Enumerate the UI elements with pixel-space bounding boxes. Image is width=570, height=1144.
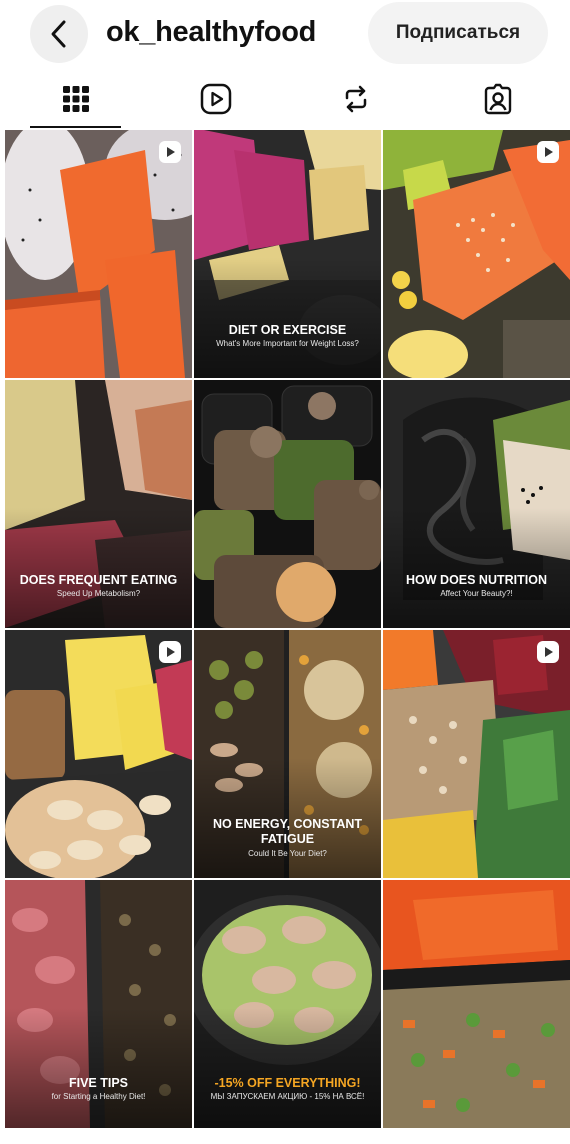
post-thumbnail xyxy=(5,630,192,878)
post-thumbnail xyxy=(383,130,570,378)
reel-icon xyxy=(537,641,559,663)
active-tab-indicator xyxy=(30,126,121,128)
post-thumbnail xyxy=(383,880,570,1128)
back-button[interactable] xyxy=(30,5,88,63)
post-thumbnail xyxy=(194,380,381,628)
post-title: -15% OFF EVERYTHING! xyxy=(214,1076,361,1090)
post-title: NO ENERGY, CONSTANT FATIGUE xyxy=(212,817,363,846)
post-subtitle: What's More Important for Weight Loss? xyxy=(216,339,359,348)
post-title: DIET OR EXERCISE xyxy=(228,323,347,337)
profile-header: ok_healthyfood Подписаться xyxy=(0,0,570,66)
post-tile[interactable] xyxy=(383,130,570,378)
grid-icon xyxy=(63,86,89,112)
tab-reels[interactable] xyxy=(171,70,261,128)
tab-reposts[interactable] xyxy=(311,70,401,128)
post-tile[interactable]: DOES FREQUENT EATING Speed Up Metabolism… xyxy=(5,380,192,628)
post-subtitle: Could It Be Your Diet? xyxy=(248,849,327,858)
tab-posts[interactable] xyxy=(31,70,121,128)
post-thumbnail xyxy=(383,630,570,878)
profile-username: ok_healthyfood xyxy=(106,16,317,48)
post-tile[interactable] xyxy=(5,130,192,378)
reel-icon xyxy=(159,641,181,663)
post-title: DOES FREQUENT EATING xyxy=(19,573,178,587)
post-tile[interactable]: -15% OFF EVERYTHING! МЫ ЗАПУСКАЕМ АКЦИЮ … xyxy=(194,880,381,1128)
post-tile[interactable] xyxy=(194,380,381,628)
post-title: HOW DOES NUTRITION xyxy=(406,573,547,587)
post-title: FIVE TIPS xyxy=(68,1076,129,1090)
tile-gradient xyxy=(383,508,570,628)
post-tile[interactable]: FIVE TIPS for Starting a Healthy Diet! xyxy=(5,880,192,1128)
post-tile[interactable] xyxy=(5,630,192,878)
post-tile[interactable]: NO ENERGY, CONSTANT FATIGUE Could It Be … xyxy=(194,630,381,878)
follow-button[interactable]: Подписаться xyxy=(368,2,548,64)
post-subtitle: Speed Up Metabolism? xyxy=(56,589,141,598)
repost-icon xyxy=(345,85,367,113)
post-subtitle: for Starting a Healthy Diet! xyxy=(51,1092,146,1101)
tile-gradient xyxy=(194,1008,381,1128)
profile-tabs xyxy=(0,70,570,128)
post-tile[interactable] xyxy=(383,880,570,1128)
tile-gradient xyxy=(194,258,381,378)
tile-gradient xyxy=(5,508,192,628)
reels-icon xyxy=(200,83,232,115)
reel-icon xyxy=(159,141,181,163)
post-thumbnail xyxy=(5,130,192,378)
post-tile[interactable] xyxy=(383,630,570,878)
tile-gradient xyxy=(5,1008,192,1128)
post-subtitle: Affect Your Beauty?! xyxy=(440,589,513,598)
chevron-left-icon xyxy=(51,20,66,48)
post-tile[interactable]: DIET OR EXERCISE What's More Important f… xyxy=(194,130,381,378)
post-subtitle: МЫ ЗАПУСКАЕМ АКЦИЮ - 15% НА ВСЁ! xyxy=(210,1092,365,1101)
post-tile[interactable]: HOW DOES NUTRITION Affect Your Beauty?! xyxy=(383,380,570,628)
tab-tagged[interactable] xyxy=(453,70,543,128)
tagged-icon xyxy=(484,83,512,115)
reel-icon xyxy=(537,141,559,163)
posts-grid: DIET OR EXERCISE What's More Important f… xyxy=(5,130,570,1144)
